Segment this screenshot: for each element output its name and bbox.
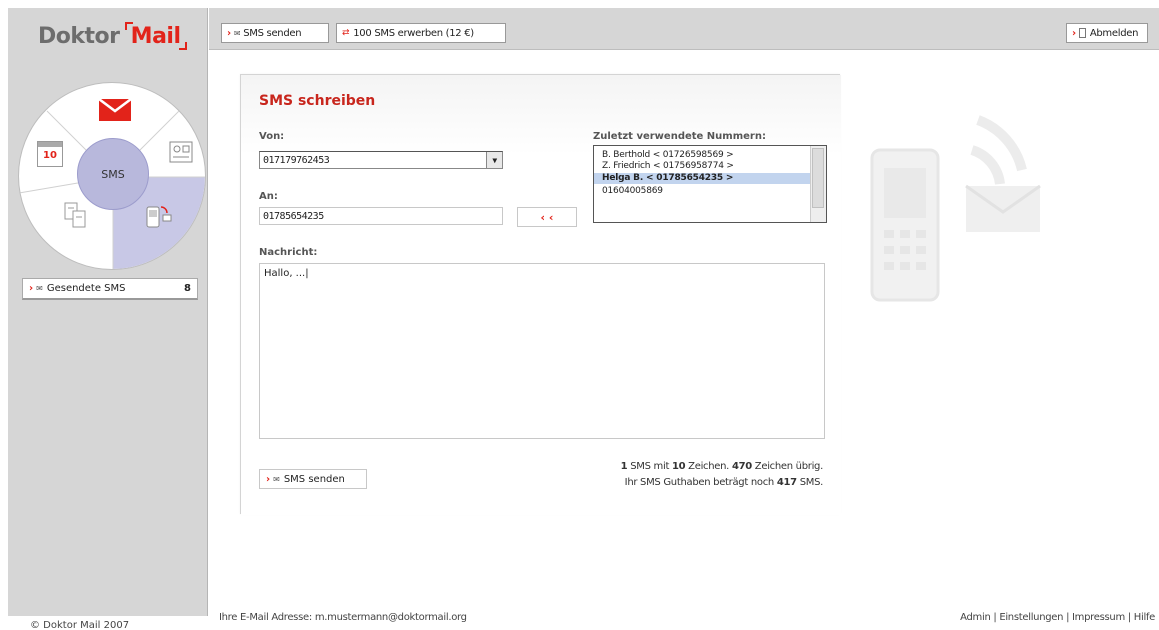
counter-line-1: 1 SMS mit 10 Zeichen. 470 Zeichen übrig. — [621, 459, 824, 475]
wheel-center-sms[interactable]: SMS — [77, 138, 149, 210]
arrow-right-icon: › — [29, 283, 34, 294]
footer: Ihre E-Mail Adresse: m.mustermann@doktor… — [209, 610, 1159, 630]
arrow-right-icon: › — [227, 27, 231, 39]
sms-small-icon: ✉ — [273, 474, 280, 484]
sms-balance: 417 — [776, 477, 797, 488]
char-count: 10 — [671, 461, 686, 472]
to-label: An: — [259, 191, 278, 202]
buy-sms-label: 100 SMS erwerben (12 €) — [353, 27, 474, 39]
add-recipient-button[interactable]: ‹ ‹ — [517, 207, 577, 227]
chevron-down-icon[interactable]: ▼ — [486, 152, 502, 168]
character-counter: 1 SMS mit 10 Zeichen. 470 Zeichen übrig.… — [621, 459, 824, 491]
logout-label: Abmelden — [1089, 27, 1139, 39]
notes-icon[interactable] — [61, 201, 89, 229]
phone-illustration-icon — [862, 100, 1062, 313]
counter-text: SMS. — [796, 477, 824, 488]
send-sms-bottom-label: SMS senden — [283, 473, 345, 485]
scrollbar-thumb[interactable] — [812, 148, 824, 208]
send-sms-button[interactable]: › ✉ SMS senden — [221, 23, 329, 43]
wheel-center-label: SMS — [101, 167, 125, 181]
add-recipient-label: ‹ ‹ — [540, 210, 554, 224]
buy-sms-button[interactable]: ⇄ 100 SMS erwerben (12 €) — [336, 23, 506, 43]
message-textarea[interactable]: Hallo, ...| — [259, 263, 825, 439]
app-wheel-menu: 10 SMS — [18, 82, 206, 270]
calendar-day: 10 — [43, 150, 57, 161]
sms-small-icon: ✉ — [36, 284, 43, 293]
address-book-icon[interactable] — [169, 141, 193, 163]
sent-sms-count: 8 — [184, 283, 191, 294]
message-value: Hallo, ...| — [264, 268, 309, 279]
mail-icon[interactable] — [99, 99, 131, 121]
footer-link-settings[interactable]: Einstellungen — [999, 612, 1063, 623]
toolbar: › ✉ SMS senden ⇄ 100 SMS erwerben (12 €)… — [209, 8, 1159, 50]
counter-text: Zeichen. — [685, 461, 732, 472]
counter-text: Zeichen übrig. — [751, 461, 824, 472]
chars-remaining: 470 — [731, 461, 752, 472]
send-sms-button-bottom[interactable]: › ✉ SMS senden — [259, 469, 367, 489]
form-title: SMS schreiben — [259, 93, 376, 109]
phone-sms-icon[interactable] — [143, 201, 173, 229]
sent-sms-button[interactable]: › ✉ Gesendete SMS 8 — [22, 278, 198, 300]
logout-button[interactable]: › Abmelden — [1066, 23, 1148, 43]
buy-sms-icon: ⇄ — [342, 28, 350, 38]
arrow-right-icon: › — [266, 473, 271, 485]
footer-link-help[interactable]: Hilfe — [1134, 612, 1156, 623]
to-input[interactable]: 01785654235 — [259, 207, 503, 225]
to-value: 01785654235 — [263, 210, 324, 222]
from-value: 017179762453 — [263, 154, 330, 166]
door-icon — [1078, 28, 1086, 38]
list-item[interactable]: B. Berthold < 01726598569 > — [602, 150, 734, 161]
counter-text: SMS mit — [627, 461, 672, 472]
sent-sms-label: Gesendete SMS — [46, 283, 126, 294]
logo[interactable]: Doktor Mail — [38, 24, 185, 49]
recent-numbers-list[interactable]: B. Berthold < 01726598569 > Z. Friedrich… — [593, 145, 827, 223]
counter-text: Ihr SMS Guthaben beträgt noch — [624, 477, 777, 488]
arrow-right-icon: › — [1072, 27, 1076, 39]
list-item[interactable]: Z. Friedrich < 01756958774 > — [602, 161, 734, 172]
from-label: Von: — [259, 131, 285, 142]
logo-mail-text: Mail — [127, 24, 185, 49]
send-sms-label: SMS senden — [243, 27, 302, 39]
footer-email: Ihre E-Mail Adresse: m.mustermann@doktor… — [219, 612, 467, 623]
footer-links: Admin | Einstellungen | Impressum | Hilf… — [960, 612, 1155, 623]
list-item-selected[interactable]: Helga B. < 01785654235 > — [594, 173, 810, 184]
footer-link-imprint[interactable]: Impressum — [1072, 612, 1125, 623]
list-item[interactable]: 01604005869 — [602, 186, 663, 197]
message-label: Nachricht: — [259, 247, 318, 258]
scrollbar[interactable] — [810, 146, 826, 222]
counter-line-2: Ihr SMS Guthaben beträgt noch 417 SMS. — [621, 475, 824, 491]
recent-numbers-label: Zuletzt verwendete Nummern: — [593, 131, 766, 142]
from-select[interactable]: 017179762453 ▼ — [259, 151, 503, 169]
footer-link-admin[interactable]: Admin — [960, 612, 991, 623]
email-prefix: Ihre E-Mail Adresse: — [219, 612, 315, 623]
email-address: m.mustermann@doktormail.org — [314, 612, 467, 623]
calendar-icon[interactable]: 10 — [37, 141, 63, 167]
sms-small-icon: ✉ — [233, 28, 241, 38]
sms-form-card: SMS schreiben Von: 017179762453 ▼ An: 01… — [240, 74, 841, 515]
sidebar: Doktor Mail 10 SMS › ✉ Gesendete SMS 8 ©… — [8, 8, 208, 630]
logo-doktor-text: Doktor — [38, 24, 120, 49]
copyright: © Doktor Mail 2007 — [30, 620, 130, 630]
